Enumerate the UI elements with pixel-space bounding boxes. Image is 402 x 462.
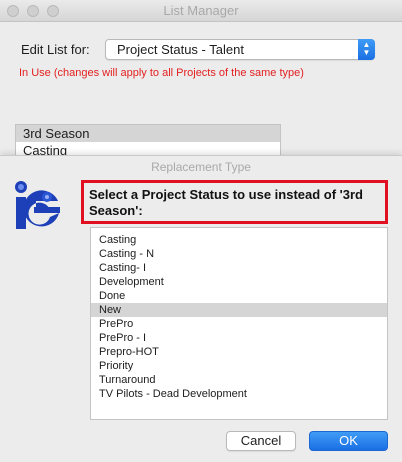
edit-list-label: Edit List for: <box>21 42 90 57</box>
edit-list-select[interactable]: Project Status - Talent ▲ ▼ <box>105 39 375 60</box>
list-item[interactable]: Priority <box>91 359 387 373</box>
prompt-highlight: Select a Project Status to use instead o… <box>81 180 388 224</box>
list-item[interactable]: 3rd Season <box>16 125 280 142</box>
window-title: List Manager <box>163 3 239 18</box>
title-bar: List Manager <box>0 0 402 22</box>
edit-list-selected-value: Project Status - Talent <box>117 42 244 57</box>
list-item[interactable]: Turnaround <box>91 373 387 387</box>
prompt-text: Select a Project Status to use instead o… <box>89 187 364 218</box>
replacement-status-list[interactable]: Casting Casting - N Casting- I Development D… <box>90 227 388 420</box>
list-item[interactable]: TV Pilots - Dead Development <box>91 387 387 401</box>
list-item[interactable]: Casting - N <box>91 247 387 261</box>
sheet-title: Replacement Type <box>151 160 251 174</box>
in-use-warning: In Use (changes will apply to all Projec… <box>19 67 304 79</box>
list-item[interactable]: Casting <box>91 233 387 247</box>
list-item[interactable]: Done <box>91 289 387 303</box>
list-item[interactable]: Development <box>91 275 387 289</box>
list-item[interactable]: PrePro - I <box>91 331 387 345</box>
ie-logo-icon <box>15 181 60 229</box>
list-item[interactable]: Casting- I <box>91 261 387 275</box>
list-item[interactable]: Prepro-HOT <box>91 345 387 359</box>
updown-chevron-icon: ▲ ▼ <box>358 39 375 60</box>
replacement-type-sheet: Replacement Type Select a Project Status… <box>0 155 402 462</box>
cancel-button[interactable]: Cancel <box>226 431 296 451</box>
list-item[interactable]: New <box>91 303 387 317</box>
list-item[interactable]: PrePro <box>91 317 387 331</box>
ok-button[interactable]: OK <box>309 431 388 451</box>
